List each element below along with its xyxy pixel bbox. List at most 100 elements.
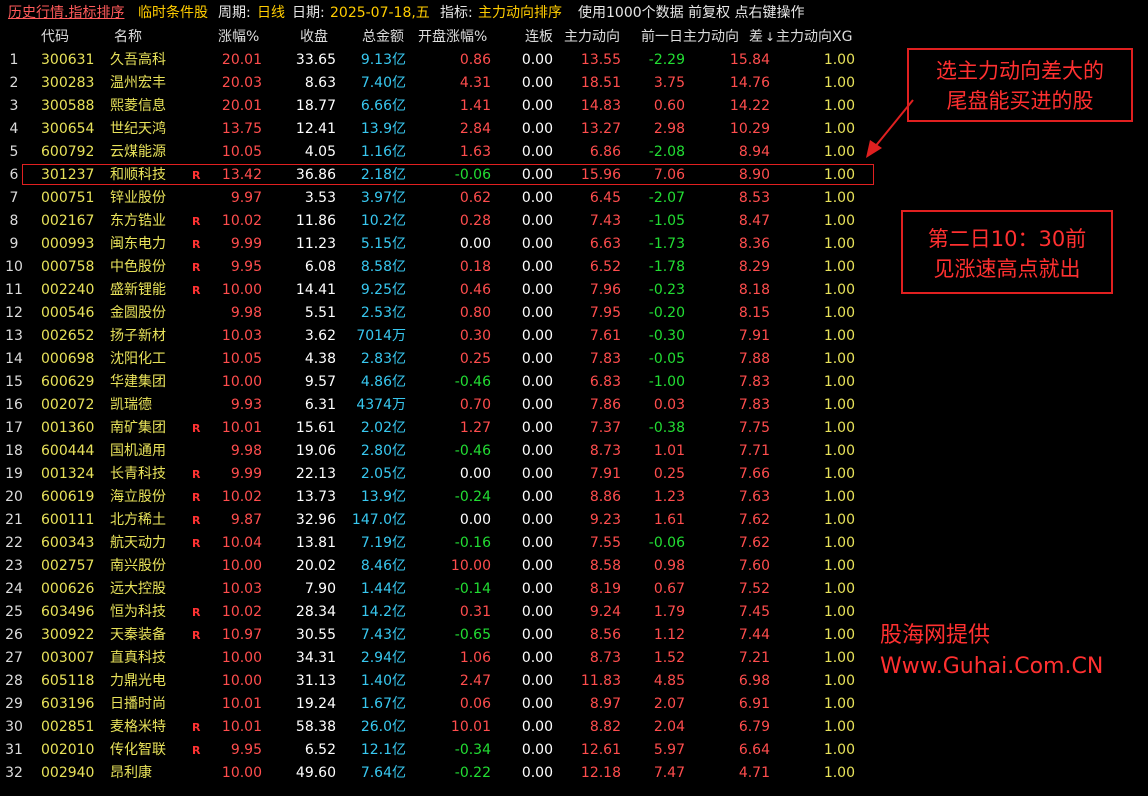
main-force-diff: 8.29	[738, 259, 770, 275]
table-row[interactable]: 17 001360 南矿集团 R 10.01 15.61 2.02亿 1.27 0.00 7.37…	[0, 417, 880, 440]
table-row[interactable]: 7 000751 锌业股份 9.97 3.53 3.97亿 0.62 0.00 6.45 -2.0…	[0, 187, 880, 210]
stock-name: 金圆股份	[110, 305, 166, 321]
close-price: 13.73	[295, 489, 336, 505]
stock-code: 603196	[41, 696, 95, 712]
condition-label[interactable]: 临时条件股	[138, 0, 208, 26]
table-row[interactable]: 4 300654 世纪天鸿 13.75 12.41 13.9亿 2.84 0.00 13.27 2…	[0, 118, 880, 141]
date-value[interactable]: 2025-07-18,五	[330, 0, 430, 26]
main-force-value: 7.61	[589, 328, 621, 344]
total-amount: 9.25亿	[360, 282, 406, 298]
table-row[interactable]: 8 002167 东方锆业 R 10.02 11.86 10.2亿 0.28 0.00 7.43-…	[0, 210, 880, 233]
consecutive-limit: 0.00	[521, 167, 553, 183]
table-row[interactable]: 18 600444 国机通用 9.98 19.06 2.80亿 -0.46 0.00 8.73 1…	[0, 440, 880, 463]
consecutive-limit: 0.00	[521, 397, 553, 413]
table-row[interactable]: 1 300631 久吾高科 20.01 33.65 9.13亿 0.86 0.00 13.55 -…	[0, 49, 880, 72]
column-header-diff[interactable]: 差	[749, 26, 763, 49]
main-force-value: 8.56	[589, 627, 621, 643]
change-percent: 10.05	[221, 351, 262, 367]
prev-main-force-value: 0.60	[653, 98, 685, 114]
table-row[interactable]: 25 603496 恒为科技 R 10.02 28.34 14.2亿 0.31 0.00 9.24…	[0, 601, 880, 624]
table-row[interactable]: 11 002240 盛新锂能 R 10.00 14.41 9.25亿 0.46 0.00 7.96…	[0, 279, 880, 302]
column-header-open-change[interactable]: 开盘涨幅%	[418, 26, 487, 49]
table-row[interactable]: 21 600111 北方稀土 R 9.87 32.96 147.0亿 0.00 0.00 9.23…	[0, 509, 880, 532]
stock-code: 300922	[41, 627, 95, 643]
table-row[interactable]: 13 002652 扬子新材 10.03 3.62 7014万 0.30 0.00 7.61 -0…	[0, 325, 880, 348]
table-body: 1 300631 久吾高科 20.01 33.65 9.13亿 0.86 0.00 13.55 -…	[0, 49, 880, 785]
table-row[interactable]: 32 002940 昂利康 10.00 49.60 7.64亿 -0.22 0.00 12.18…	[0, 762, 880, 785]
column-header-close[interactable]: 收盘	[300, 26, 328, 49]
table-row[interactable]: 31 002010 传化智联 R 9.95 6.52 12.1亿 -0.34 0.00 12.61…	[0, 739, 880, 762]
row-number: 20	[5, 489, 23, 505]
prev-main-force-value: 2.07	[653, 696, 685, 712]
column-header-amount[interactable]: 总金额	[362, 26, 404, 49]
total-amount: 4374万	[356, 397, 406, 413]
table-row[interactable]: 30 002851 麦格米特 R 10.01 58.38 26.0亿 10.01 0.00 8.8…	[0, 716, 880, 739]
table-row[interactable]: 16 002072 凯瑞德 9.93 6.31 4374万 0.70 0.00 7.86 0.03…	[0, 394, 880, 417]
change-percent: 9.97	[230, 190, 262, 206]
window-title[interactable]: 历史行情.指标排序	[8, 0, 124, 26]
table-row[interactable]: 6 301237 和顺科技 R 13.42 36.86 2.18亿 -0.06 0.00 15.9…	[0, 164, 880, 187]
table-row[interactable]: 2 300283 温州宏丰 20.03 8.63 7.40亿 4.31 0.00 18.51 3.…	[0, 72, 880, 95]
total-amount: 7.43亿	[360, 627, 406, 643]
main-force-xg: 1.00	[823, 719, 855, 735]
table-row[interactable]: 24 000626 远大控股 10.03 7.90 1.44亿 -0.14 0.00 8.19 0…	[0, 578, 880, 601]
prev-main-force-value: -2.08	[648, 144, 685, 160]
table-row[interactable]: 3 300588 熙菱信息 20.01 18.77 6.66亿 1.41 0.00 14.83 0…	[0, 95, 880, 118]
main-force-xg: 1.00	[823, 190, 855, 206]
close-price: 8.63	[304, 75, 336, 91]
table-row[interactable]: 14 000698 沈阳化工 10.05 4.38 2.83亿 0.25 0.00 7.83 -0…	[0, 348, 880, 371]
row-number: 8	[9, 213, 19, 229]
total-amount: 14.2亿	[360, 604, 406, 620]
prev-main-force-value: 2.98	[653, 121, 685, 137]
table-row[interactable]: 26 300922 天秦装备 R 10.97 30.55 7.43亿 -0.65 0.00 8.5…	[0, 624, 880, 647]
total-amount: 7.19亿	[360, 535, 406, 551]
table-row[interactable]: 19 001324 长青科技 R 9.99 22.13 2.05亿 0.00 0.00 7.91 0…	[0, 463, 880, 486]
table-row[interactable]: 29 603196 日播时尚 10.01 19.24 1.67亿 0.06 0.00 8.97 2…	[0, 693, 880, 716]
column-header-change[interactable]: 涨幅%	[218, 26, 259, 49]
total-amount: 1.67亿	[360, 696, 406, 712]
row-number: 3	[9, 98, 19, 114]
row-number: 7	[9, 190, 19, 206]
close-price: 19.24	[295, 696, 336, 712]
column-header-prev-main-force[interactable]: 前一日主力动向	[641, 26, 739, 49]
main-force-diff: 10.29	[729, 121, 770, 137]
table-row[interactable]: 9 000993 闽东电力 R 9.99 11.23 5.15亿 0.00 0.00 6.63 -1…	[0, 233, 880, 256]
table-row[interactable]: 28 605118 力鼎光电 10.00 31.13 1.40亿 2.47 0.00 11.83…	[0, 670, 880, 693]
table-row[interactable]: 22 600343 航天动力 R 10.04 13.81 7.19亿 -0.16 0.00 7.5…	[0, 532, 880, 555]
period-value[interactable]: 日线	[257, 0, 285, 26]
column-header-consecutive[interactable]: 连板	[525, 26, 553, 49]
stock-name: 世纪天鸿	[110, 121, 166, 137]
open-change-percent: 0.25	[459, 351, 491, 367]
table-row[interactable]: 5 600792 云煤能源 10.05 4.05 1.16亿 1.63 0.00 6.86 -2.…	[0, 141, 880, 164]
change-percent: 10.01	[221, 719, 262, 735]
table-row[interactable]: 10 000758 中色股份 R 9.95 6.08 8.58亿 0.18 0.00 6.52 -1…	[0, 256, 880, 279]
column-header-name[interactable]: 名称	[114, 26, 184, 49]
prev-main-force-value: -0.38	[648, 420, 685, 436]
main-force-diff: 7.21	[738, 650, 770, 666]
stock-name: 沈阳化工	[110, 351, 166, 367]
table-row[interactable]: 27 003007 直真科技 10.00 34.31 2.94亿 1.06 0.00 8.73 1…	[0, 647, 880, 670]
table-row[interactable]: 20 600619 海立股份 R 10.02 13.73 13.9亿 -0.24 0.00 8.8…	[0, 486, 880, 509]
stock-name: 日播时尚	[110, 696, 166, 712]
change-percent: 10.00	[221, 765, 262, 781]
total-amount: 13.9亿	[360, 121, 406, 137]
column-header-code[interactable]: 代码	[41, 26, 101, 49]
indicator-value[interactable]: 主力动向排序	[478, 0, 562, 26]
main-force-xg: 1.00	[823, 489, 855, 505]
stock-name: 中色股份	[110, 259, 166, 275]
main-force-value: 9.23	[589, 512, 621, 528]
open-change-percent: 2.84	[459, 121, 491, 137]
table-row[interactable]: 15 600629 华建集团 10.00 9.57 4.86亿 -0.46 0.00 6.83 -…	[0, 371, 880, 394]
row-number: 12	[5, 305, 23, 321]
column-header-main-force[interactable]: 主力动向	[564, 26, 620, 49]
table-row[interactable]: 12 000546 金圆股份 9.98 5.51 2.53亿 0.80 0.00 7.95 -0.…	[0, 302, 880, 325]
stock-name: 久吾高科	[110, 52, 166, 68]
stock-name: 扬子新材	[110, 328, 166, 344]
close-price: 58.38	[295, 719, 336, 735]
main-force-diff: 7.52	[738, 581, 770, 597]
row-number: 26	[5, 627, 23, 643]
source-credit: 股海网提供 Www.Guhai.Com.CN	[880, 620, 1103, 682]
column-header-xg[interactable]: 主力动向XG	[776, 26, 852, 49]
main-force-xg: 1.00	[823, 328, 855, 344]
table-row[interactable]: 23 002757 南兴股份 10.00 20.02 8.46亿 10.00 0.00 8.58…	[0, 555, 880, 578]
